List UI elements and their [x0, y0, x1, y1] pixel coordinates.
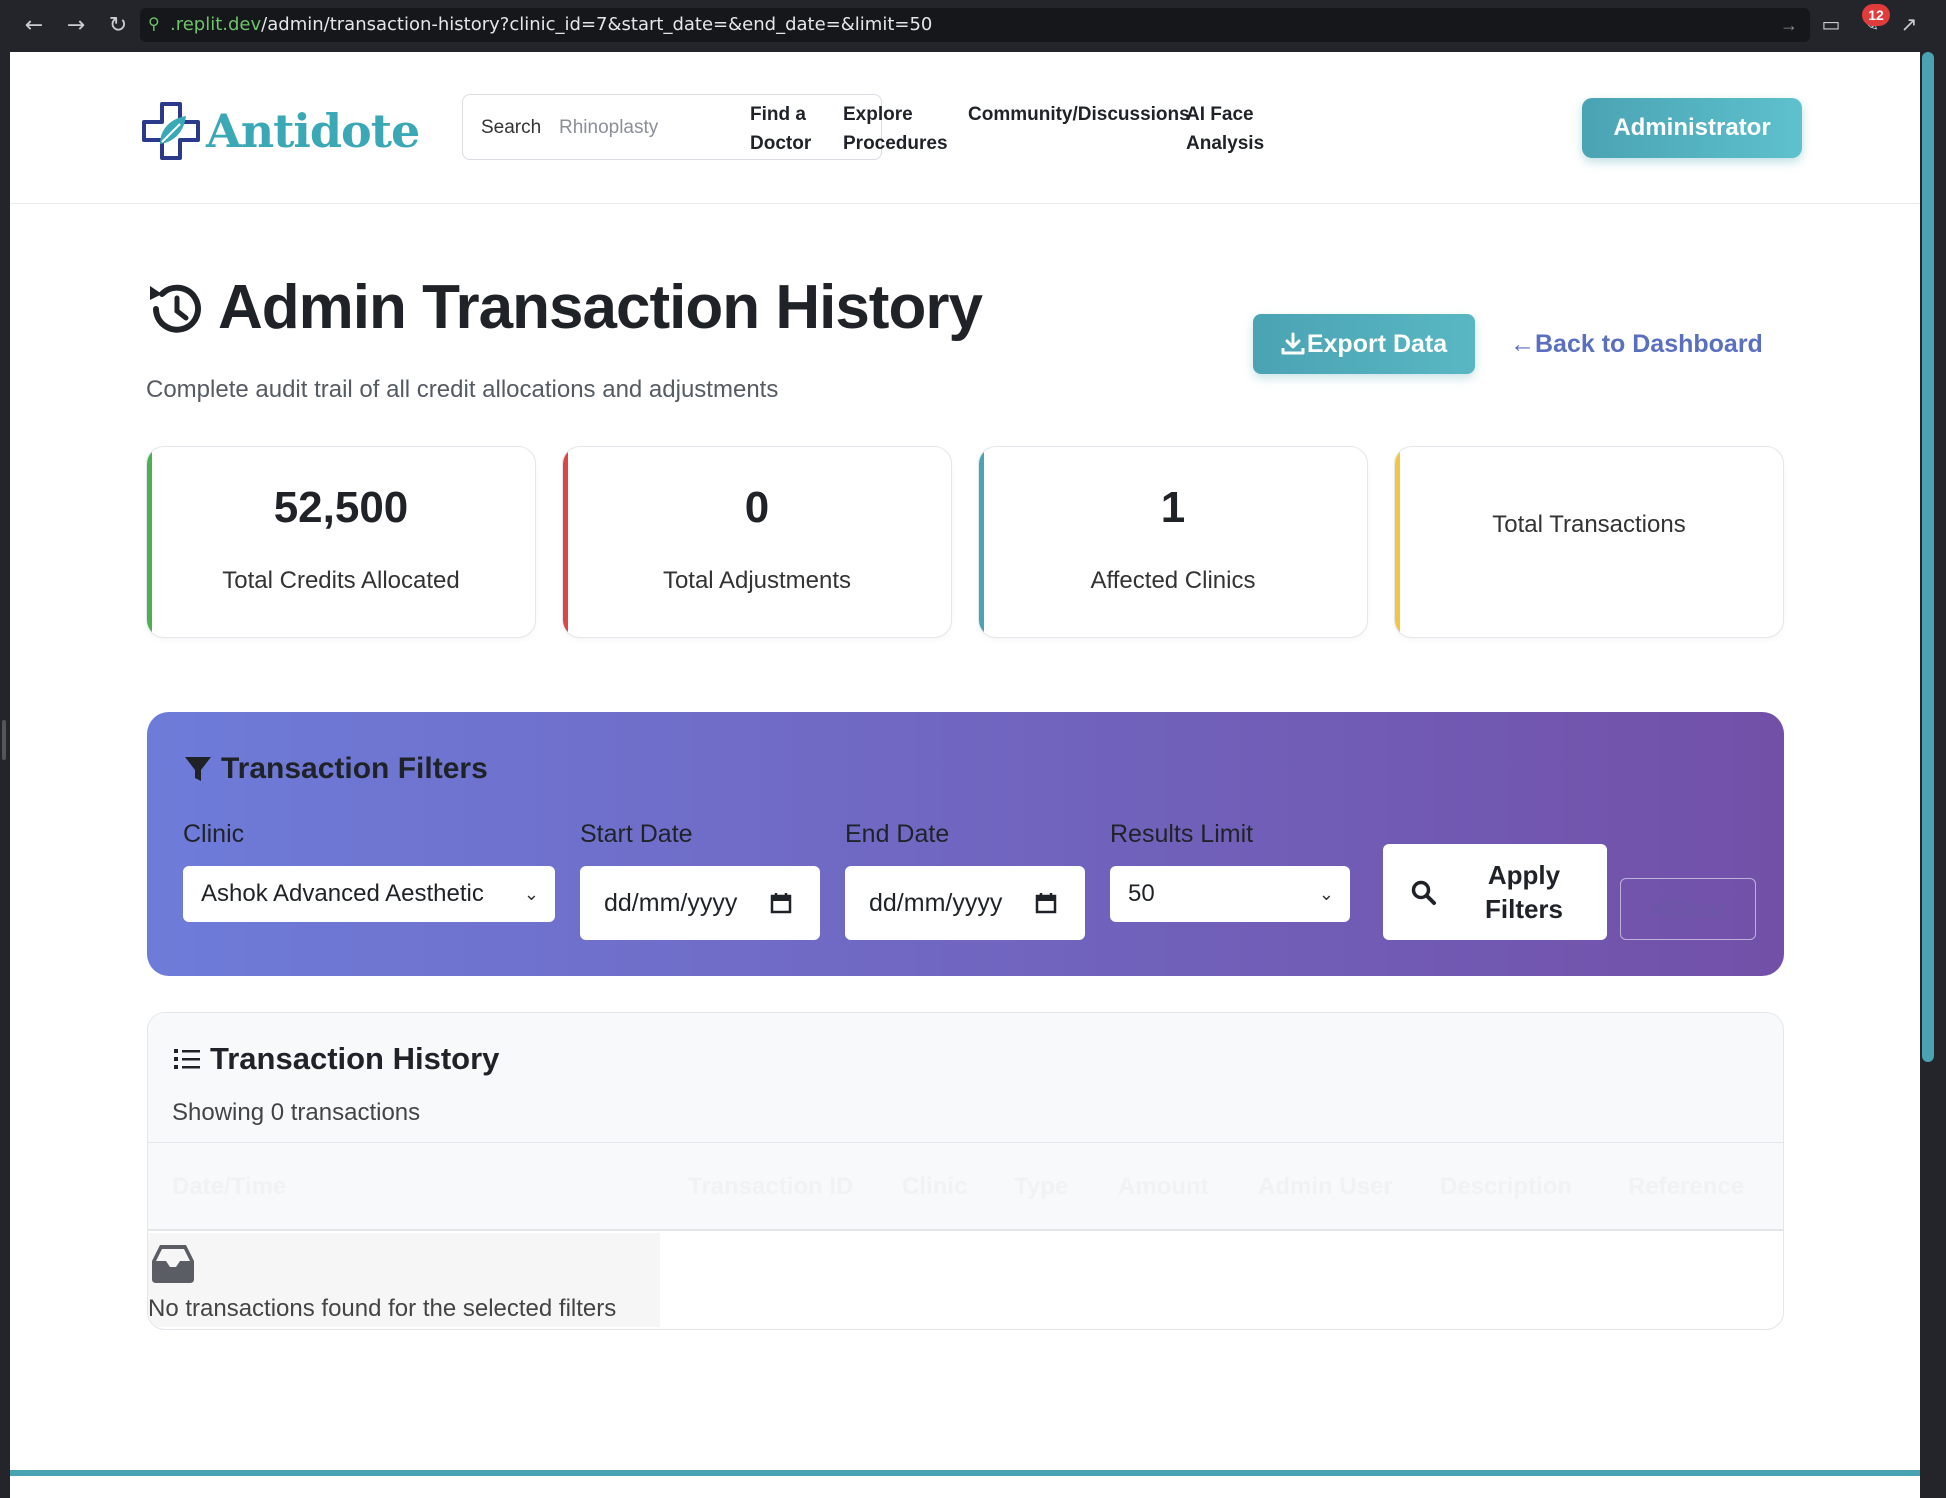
- stat-value: 0: [744, 483, 770, 532]
- filter-icon: [185, 757, 211, 781]
- calendar-icon[interactable]: [770, 892, 792, 914]
- download-icon: [1281, 332, 1305, 355]
- results-limit-value: 50: [1128, 880, 1155, 907]
- empty-state: No transactions found for the selected f…: [148, 1233, 660, 1327]
- results-limit-select[interactable]: 50 ⌄: [1110, 866, 1350, 922]
- apply-filters-label: Apply Filters: [1484, 860, 1564, 924]
- export-data-label: Export Data: [1306, 329, 1448, 358]
- search-label: Search: [481, 117, 542, 138]
- stat-accent-bar: [1395, 447, 1400, 637]
- history-title: Transaction History: [172, 1041, 499, 1077]
- filters-title-text: Transaction Filters: [221, 752, 488, 785]
- search-box[interactable]: Search: [462, 94, 882, 160]
- page-viewport: Antidote Search Find a Doctor Explore Pr…: [10, 52, 1920, 1498]
- resize-handle[interactable]: [2, 720, 6, 760]
- back-to-dashboard-label: Back to Dashboard: [1535, 330, 1763, 358]
- clinic-select[interactable]: Ashok Advanced Aesthetic ⌄: [183, 866, 555, 922]
- url-text: .replit.dev/admin/transaction-history?cl…: [170, 14, 933, 35]
- stat-value: 52,500: [273, 483, 409, 532]
- start-date-placeholder: dd/mm/yyyy: [604, 889, 738, 917]
- clinic-select-value: Ashok Advanced Aesthetic: [201, 880, 484, 907]
- stat-value: 1: [1160, 483, 1186, 532]
- inbox-icon: [152, 1245, 194, 1283]
- scrollbar-thumb[interactable]: [1922, 52, 1934, 1062]
- clear-label: Clear: [1664, 895, 1727, 923]
- stat-accent-bar: [979, 447, 984, 637]
- arrow-left-icon: ←: [1510, 330, 1535, 358]
- browser-toolbar: ← → ↻ ⚲ .replit.dev/admin/transaction-hi…: [0, 0, 1946, 52]
- history-icon: [150, 284, 201, 333]
- stat-label: Affected Clinics: [1090, 567, 1256, 594]
- close-icon: ×: [1649, 895, 1665, 923]
- end-date-input[interactable]: dd/mm/yyyy: [845, 866, 1085, 940]
- nav-ai-face-analysis[interactable]: AI Face Analysis: [1186, 100, 1264, 158]
- list-icon: [174, 1049, 200, 1069]
- nav-community-discussions[interactable]: Community/Discussions: [968, 100, 1190, 129]
- filters-title: Transaction Filters: [183, 752, 488, 786]
- column-header[interactable]: Clinic: [902, 1143, 967, 1231]
- stat-label: Total Credits Allocated: [222, 567, 460, 594]
- stat-accent-bar: [147, 447, 152, 637]
- site-header: Antidote Search Find a Doctor Explore Pr…: [10, 52, 1920, 204]
- stat-card-clinics: 1 Affected Clinics: [978, 446, 1368, 638]
- monitor-icon[interactable]: ▭: [1818, 12, 1844, 38]
- logo-cross-leaf-icon: [142, 102, 200, 160]
- empty-state-text: No transactions found for the selected f…: [148, 1295, 617, 1322]
- calendar-icon[interactable]: [1035, 892, 1057, 914]
- column-header[interactable]: Transaction ID: [688, 1143, 853, 1231]
- chevron-down-icon: ⌄: [1318, 884, 1334, 904]
- external-link-icon[interactable]: ↗: [1896, 12, 1922, 38]
- address-bar[interactable]: ⚲ .replit.dev/admin/transaction-history?…: [140, 8, 1810, 42]
- stat-card-credits: 52,500 Total Credits Allocated: [146, 446, 536, 638]
- transaction-history-panel: Transaction History Showing 0 transactio…: [147, 1012, 1784, 1330]
- clinic-label: Clinic: [183, 820, 245, 848]
- history-title-text: Transaction History: [210, 1041, 500, 1076]
- administrator-button[interactable]: Administrator: [1582, 98, 1802, 158]
- back-arrow-icon[interactable]: ←: [20, 12, 48, 40]
- reload-icon[interactable]: ↻: [104, 12, 132, 40]
- chevron-down-icon: ⌄: [523, 884, 539, 904]
- start-date-input[interactable]: dd/mm/yyyy: [580, 866, 820, 940]
- back-to-dashboard-link[interactable]: ←Back to Dashboard: [1510, 314, 1763, 374]
- column-header[interactable]: Admin User: [1258, 1143, 1393, 1231]
- stat-card-transactions: Total Transactions: [1394, 446, 1784, 638]
- table-header: Date/Time Transaction ID Clinic Type Amo…: [148, 1143, 1783, 1231]
- column-header[interactable]: Type: [1014, 1143, 1068, 1231]
- footer-divider: [10, 1470, 1920, 1476]
- column-header[interactable]: Amount: [1118, 1143, 1209, 1231]
- stat-accent-bar: [563, 447, 568, 637]
- end-date-placeholder: dd/mm/yyyy: [869, 889, 1003, 917]
- logo-text: Antidote: [206, 104, 420, 158]
- nav-explore-procedures[interactable]: Explore Procedures: [843, 100, 948, 158]
- start-date-label: Start Date: [580, 820, 693, 848]
- clear-filters-button[interactable]: ×Clear: [1620, 878, 1756, 940]
- link-icon: ⚲: [148, 16, 160, 33]
- column-header[interactable]: Description: [1440, 1143, 1572, 1231]
- stat-card-adjustments: 0 Total Adjustments: [562, 446, 952, 638]
- transactions-count: Showing 0 transactions: [172, 1099, 421, 1126]
- notification-badge: 12: [1862, 4, 1890, 26]
- search-input[interactable]: [559, 109, 859, 147]
- apply-filters-button[interactable]: Apply Filters: [1383, 844, 1607, 940]
- page-title: Admin Transaction History: [218, 273, 983, 342]
- page-subtitle: Complete audit trail of all credit alloc…: [146, 376, 779, 403]
- stat-label: Total Transactions: [1492, 511, 1686, 538]
- column-header[interactable]: Date/Time: [172, 1143, 286, 1231]
- end-date-label: End Date: [845, 820, 950, 848]
- search-icon: [1411, 880, 1436, 905]
- transaction-filters-panel: Transaction Filters Clinic Ashok Advance…: [147, 712, 1784, 976]
- stat-label: Total Adjustments: [662, 567, 852, 594]
- history-header: Transaction History Showing 0 transactio…: [148, 1013, 1783, 1143]
- nav-find-a-doctor[interactable]: Find a Doctor: [750, 100, 811, 158]
- logo[interactable]: Antidote: [140, 100, 420, 162]
- go-arrow-icon[interactable]: →: [1780, 8, 1798, 42]
- column-header[interactable]: Reference: [1628, 1143, 1744, 1231]
- forward-arrow-icon[interactable]: →: [62, 12, 90, 40]
- results-limit-label: Results Limit: [1110, 820, 1254, 848]
- export-data-button[interactable]: Export Data: [1253, 314, 1475, 374]
